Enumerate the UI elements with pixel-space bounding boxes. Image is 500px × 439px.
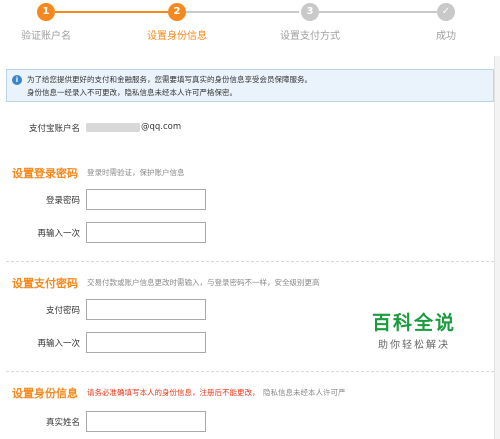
step-1-label: 验证账户名: [21, 31, 71, 42]
login-password-label: 登录密码: [45, 196, 80, 206]
pay-password-input[interactable]: [86, 299, 206, 320]
real-name-label: 真实姓名: [45, 418, 80, 428]
pay-password-title: 设置支付密码: [12, 277, 78, 290]
step-3-label: 设置支付方式: [280, 31, 340, 42]
login-password-title: 设置登录密码: [12, 167, 78, 180]
account-label: 支付宝账户名: [28, 124, 80, 134]
step-connector: [186, 11, 299, 13]
account-name-suffix: @qq.com: [141, 122, 182, 132]
scrollbar[interactable]: [494, 56, 500, 439]
login-password-desc: 登录时需验证，保护账户信息: [87, 168, 185, 177]
watermark-title: 百科全说: [371, 312, 456, 334]
step-2-circle: 2: [168, 3, 186, 21]
step-connector: [319, 11, 437, 13]
info-notice: i 为了给您提供更好的支付和金融服务，您需要填写真实的身份信息享受会员保障服务。…: [6, 69, 494, 102]
pay-password-label: 支付密码: [45, 306, 80, 316]
section-divider: [6, 261, 494, 262]
step-2-label: 设置身份信息: [147, 31, 207, 42]
pay-password-desc: 交易付款或账户信息更改时需输入，与登录密码不一样，安全级别更高: [87, 278, 320, 287]
section-divider: [6, 371, 494, 372]
login-password-confirm-input[interactable]: [86, 222, 206, 243]
step-4-label: 成功: [436, 31, 456, 42]
step-1-circle: 1: [37, 3, 55, 21]
progress-steps: 1 2 3 ✓ 验证账户名 设置身份信息 设置支付方式 成功: [0, 0, 500, 48]
pay-password-confirm-input[interactable]: [86, 332, 206, 353]
notice-line-2: 身份信息一经录入不可更改，隐私信息未经本人许可严格保密。: [27, 88, 237, 97]
identity-desc-privacy: 隐私信息未经本人许可严: [263, 388, 346, 397]
form-panel: i 为了给您提供更好的支付和金融服务，您需要填写真实的身份信息享受会员保障服务。…: [0, 56, 500, 439]
identity-desc-warning: 请务必准确填写本人的身份信息，注册后不能更改，: [87, 388, 260, 397]
login-password-input[interactable]: [86, 189, 206, 210]
real-name-input[interactable]: [86, 411, 206, 432]
identity-title: 设置身份信息: [12, 387, 78, 400]
step-connector: [55, 11, 168, 13]
watermark-logo: 百科全说 助你轻松解决: [372, 308, 456, 351]
step-4-check-icon: ✓: [437, 3, 455, 21]
pay-password-confirm-label: 再输入一次: [37, 339, 80, 349]
account-name-masked: [86, 123, 140, 132]
step-3-circle: 3: [301, 3, 319, 21]
info-icon: i: [12, 75, 22, 85]
login-password-confirm-label: 再输入一次: [37, 229, 80, 239]
notice-line-1: 为了给您提供更好的支付和金融服务，您需要填写真实的身份信息享受会员保障服务。: [27, 75, 312, 84]
watermark-subtitle: 助你轻松解决: [377, 340, 450, 351]
